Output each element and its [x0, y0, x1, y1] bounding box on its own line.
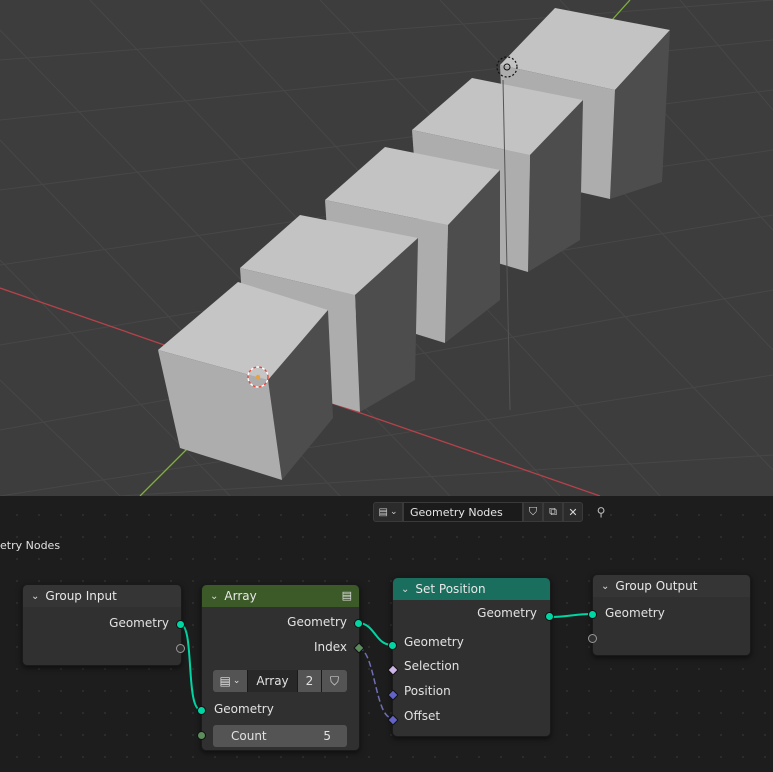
input-socket-empty[interactable] [588, 634, 597, 643]
3d-viewport[interactable] [0, 0, 773, 496]
socket-label: Geometry [287, 615, 347, 629]
node-title: Set Position [415, 582, 486, 596]
link-groupinput-array[interactable] [179, 623, 202, 711]
link-array-setposition[interactable] [357, 622, 393, 646]
node-array[interactable]: ⌄ Array ▤ Geometry Index ▤ ⌄ Array 2 ⛉ G… [197, 584, 365, 751]
node-header[interactable]: ⌄ Group Output [593, 575, 750, 597]
output-socket-index[interactable] [353, 642, 365, 654]
collapse-chevron-icon[interactable]: ⌄ [210, 591, 218, 602]
node-group-users-count[interactable]: 2 [297, 670, 321, 692]
cube-1[interactable] [158, 282, 333, 480]
socket-label: Geometry [605, 606, 665, 620]
socket-label: Geometry [404, 635, 464, 649]
collapse-chevron-icon[interactable]: ⌄ [31, 591, 39, 602]
viewport-scene [0, 0, 773, 496]
node-header[interactable]: ⌄ Group Input [23, 585, 181, 607]
collapse-chevron-icon[interactable]: ⌄ [601, 581, 609, 592]
link-setposition-groupoutput[interactable] [548, 613, 593, 618]
node-tree-type-button[interactable]: ▤ ⌄ [373, 502, 403, 522]
socket-label: Geometry [214, 702, 274, 716]
node-tree-icon: ▤ [219, 674, 231, 688]
socket-label: Geometry [109, 616, 169, 630]
socket-label: Position [404, 684, 451, 698]
duplicate-icon[interactable]: ⧉ [543, 502, 563, 522]
socket-label: Geometry [477, 606, 537, 620]
output-socket-geometry[interactable] [354, 619, 363, 628]
node-group-selector[interactable]: ▤ ⌄ Array 2 ⛉ [213, 670, 347, 692]
input-socket-count[interactable] [197, 731, 206, 740]
shield-icon[interactable]: ⛉ [321, 670, 347, 692]
shield-icon[interactable]: ⛉ [523, 502, 543, 522]
input-socket-geometry[interactable] [588, 610, 597, 619]
collapse-chevron-icon[interactable]: ⌄ [401, 584, 409, 595]
input-socket-selection[interactable] [387, 664, 399, 676]
node-group-output[interactable]: ⌄ Group Output Geometry [588, 574, 751, 656]
output-socket-geometry[interactable] [176, 620, 185, 629]
node-header[interactable]: ⌄ Set Position [393, 578, 550, 600]
socket-label: Offset [404, 709, 441, 723]
input-socket-geometry[interactable] [388, 641, 397, 650]
node-tree-selector[interactable]: ▤ ⌄ Geometry Nodes ⛉ ⧉ ✕ [373, 502, 588, 522]
node-title: Group Input [45, 589, 117, 603]
output-socket-empty[interactable] [176, 644, 185, 653]
output-socket-geometry[interactable] [545, 612, 554, 621]
node-editor[interactable]: ▤ ⌄ Geometry Nodes ⛉ ⧉ ✕ ⚲ etry Nodes ⌄ … [0, 496, 773, 772]
dropdown-chevron-icon: ⌄ [232, 676, 241, 686]
pin-icon[interactable]: ⚲ [592, 503, 610, 521]
node-tree-name-field[interactable]: Geometry Nodes [403, 502, 523, 522]
breadcrumb: etry Nodes [0, 539, 61, 552]
count-value: 5 [323, 729, 331, 743]
node-group-input[interactable]: ⌄ Group Input Geometry [22, 584, 185, 666]
dropdown-chevron-icon: ⌄ [389, 507, 398, 517]
node-group-icon: ▤ [341, 589, 352, 602]
count-label: Count [231, 729, 267, 743]
node-group-name-field[interactable]: Array [247, 670, 297, 692]
input-socket-offset[interactable] [387, 714, 399, 726]
node-title: Array [224, 589, 257, 603]
socket-label: Index [313, 640, 347, 654]
link-index-offset[interactable] [357, 647, 393, 719]
count-field[interactable]: Count 5 [213, 725, 347, 747]
node-header[interactable]: ⌄ Array ▤ [202, 585, 359, 607]
node-group-browse-button[interactable]: ▤ ⌄ [213, 670, 247, 692]
input-socket-geometry[interactable] [197, 706, 206, 715]
socket-label: Selection [404, 659, 460, 673]
node-set-position[interactable]: ⌄ Set Position Geometry Geometry Selecti… [387, 577, 554, 737]
input-socket-position[interactable] [387, 689, 399, 701]
node-tree-icon: ▤ [378, 506, 388, 518]
node-title: Group Output [615, 579, 698, 593]
close-icon[interactable]: ✕ [563, 502, 583, 522]
